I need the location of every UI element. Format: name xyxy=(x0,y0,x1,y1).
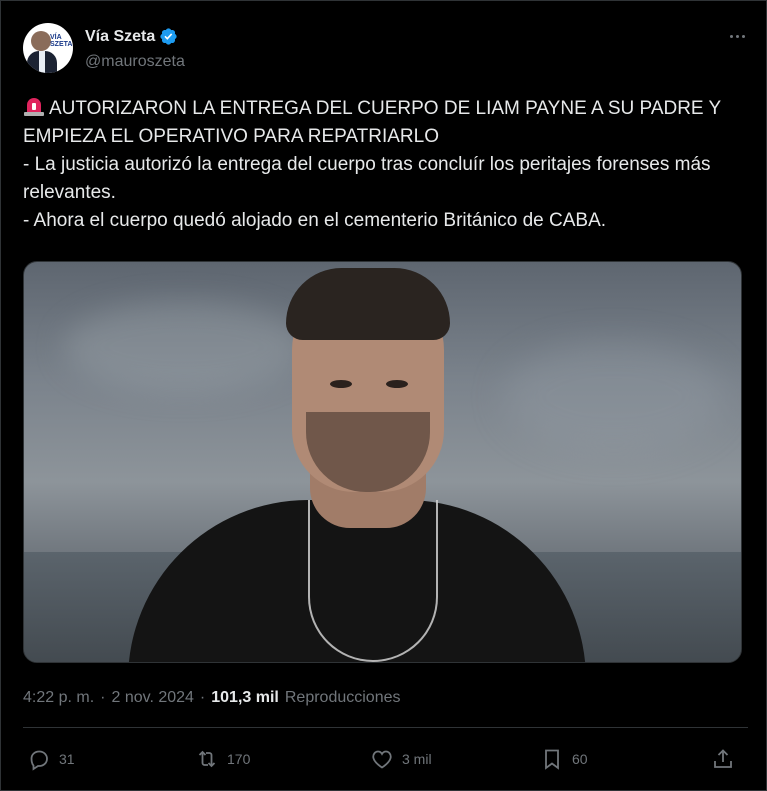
verified-badge-icon xyxy=(160,28,177,45)
tweet-actions: 31 170 3 mil 60 xyxy=(23,747,741,777)
rotating-light-icon xyxy=(24,98,44,116)
tweet-text: AUTORIZARON LA ENTREGA DEL CUERPO DE LIA… xyxy=(23,95,748,235)
display-name[interactable]: Vía Szeta xyxy=(85,28,155,46)
tweet-card: VÍA SZETA Vía Szeta @mauroszeta AUTORIZA… xyxy=(0,0,767,791)
like-icon xyxy=(372,750,392,769)
photo-cloud xyxy=(64,302,304,392)
tweet-line-2: - Ahora el cuerpo quedó alojado en el ce… xyxy=(23,210,607,231)
tweet-date[interactable]: 2 nov. 2024 xyxy=(111,689,193,707)
meta-separator: · xyxy=(199,689,206,706)
more-options-icon[interactable] xyxy=(726,29,748,43)
retweet-count: 170 xyxy=(227,751,251,767)
meta-separator: · xyxy=(100,689,106,706)
reply-icon xyxy=(30,750,48,771)
views-label: Reproducciones xyxy=(284,689,401,706)
avatar[interactable]: VÍA SZETA xyxy=(23,23,73,73)
tweet-line-1: - La justicia autorizó la entrega del cu… xyxy=(23,154,711,203)
bookmark-count: 60 xyxy=(572,751,588,767)
avatar-shirt xyxy=(39,51,45,73)
tweet-photo[interactable] xyxy=(23,261,742,663)
tweet-header: VÍA SZETA Vía Szeta @mauroszeta xyxy=(23,23,748,75)
retweet-icon xyxy=(198,750,216,768)
views-count: 101,3 mil xyxy=(211,689,279,706)
handle[interactable]: @mauroszeta xyxy=(85,53,185,71)
tweet-meta: 4:22 p. m. · 2 nov. 2024 · 101,3 mil Rep… xyxy=(23,689,400,707)
divider xyxy=(23,727,748,728)
tweet-time[interactable]: 4:22 p. m. xyxy=(23,689,94,707)
photo-person-eye xyxy=(330,380,352,388)
reply-button[interactable]: 31 xyxy=(27,747,75,771)
photo-person-hair xyxy=(286,268,450,340)
share-button[interactable] xyxy=(711,747,735,771)
reply-count: 31 xyxy=(59,751,75,767)
bookmark-button[interactable]: 60 xyxy=(540,747,588,771)
name-row: Vía Szeta xyxy=(85,27,178,46)
photo-person-chain xyxy=(308,500,438,662)
retweet-button[interactable]: 170 xyxy=(195,747,250,771)
photo-person-eye xyxy=(386,380,408,388)
like-count: 3 mil xyxy=(402,751,432,767)
tweet-headline-line: AUTORIZARON LA ENTREGA DEL CUERPO DE LIA… xyxy=(23,95,748,151)
photo-cloud xyxy=(504,342,724,452)
tweet-headline: AUTORIZARON LA ENTREGA DEL CUERPO DE LIA… xyxy=(23,98,721,147)
like-button[interactable]: 3 mil xyxy=(370,747,432,771)
avatar-face xyxy=(31,31,51,51)
bookmark-icon xyxy=(545,749,559,770)
avatar-brand-text: VÍA SZETA xyxy=(50,34,73,48)
share-icon xyxy=(714,749,732,768)
